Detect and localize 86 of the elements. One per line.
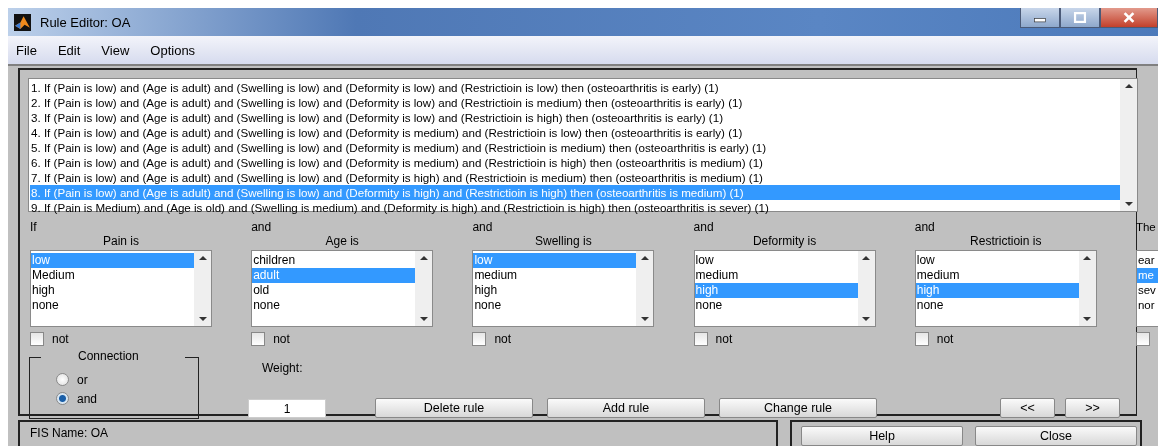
weight-field[interactable]: 1 <box>248 399 326 418</box>
connector-label: and <box>472 220 494 234</box>
listbox[interactable]: low medium high none <box>472 250 655 327</box>
fis-name: FIS Name: OA <box>30 426 109 440</box>
radio-button[interactable] <box>56 392 69 405</box>
list-item[interactable]: medium <box>473 268 637 283</box>
checkbox[interactable] <box>914 332 929 346</box>
scrollbar[interactable] <box>1120 79 1137 211</box>
radio-label: or <box>77 372 88 387</box>
app-icon <box>14 13 31 31</box>
list-item[interactable]: nor <box>1136 298 1158 313</box>
menu-item[interactable]: File <box>16 42 37 58</box>
radio-button[interactable] <box>56 373 69 386</box>
rule-list[interactable] <box>28 78 1138 212</box>
window-title: Rule Editor: OA <box>40 14 132 30</box>
checkbox-label: not <box>52 332 69 346</box>
rule-item[interactable]: 6. If (Pain is low) and (Age is adult) and (Swelling is low) and (Deformity is medium) and (Restrictioin is high) then (osteoarthritis is medium) (1) <box>30 155 1120 170</box>
rule-button[interactable]: Delete rule <box>375 398 533 418</box>
listbox[interactable]: low medium high none <box>914 250 1097 327</box>
connector-label: If <box>30 220 38 234</box>
nav-button[interactable]: >> <box>1065 398 1120 418</box>
scrollbar[interactable] <box>1078 251 1096 326</box>
rule-item[interactable]: 2. If (Pain is low) and (Age is adult) and (Swelling is low) and (Deformity is low) and (Restrictioin is medium) then (osteoarthritis is early) (1) <box>30 95 1120 110</box>
list-item[interactable]: children <box>252 253 416 268</box>
menu-item[interactable]: Options <box>150 42 196 58</box>
list-item[interactable]: none <box>915 298 1079 313</box>
nav-button[interactable]: << <box>1000 398 1055 418</box>
rule-item[interactable]: 9. If (Pain is Medium) and (Age is old) and (Swelling is medium) and (Deformity is high) and (Restrictioin is high) then (osteoarthritis is sever) (1) <box>30 200 1120 215</box>
variable-label: Deformity is <box>751 234 818 248</box>
listbox[interactable]: low medium high none <box>693 250 876 327</box>
scrollbar[interactable] <box>636 251 654 326</box>
rule-item[interactable]: 3. If (Pain is low) and (Age is adult) and (Swelling is low) and (Deformity is low) and (Restrictioin is high) then (osteoarthritis is early) (1) <box>30 110 1120 125</box>
group-title: Connection <box>78 349 139 363</box>
checkbox[interactable] <box>472 332 487 346</box>
scrollbar[interactable] <box>857 251 875 326</box>
minimize-button[interactable] <box>1020 8 1060 28</box>
footer-button[interactable]: Help <box>801 426 963 446</box>
maximize-button[interactable] <box>1060 8 1100 28</box>
list-item[interactable]: ear <box>1136 253 1158 268</box>
rule-item[interactable]: 4. If (Pain is low) and (Age is adult) and (Swelling is low) and (Deformity is medium) and (Restrictioin is low) then (osteoarthritis is early) (1) <box>30 125 1120 140</box>
variable-label: Restrictioin is <box>969 234 1043 248</box>
radio-label: and <box>77 391 98 406</box>
list-item[interactable]: high <box>473 283 637 298</box>
checkbox[interactable] <box>30 332 44 346</box>
checkbox-label: not <box>936 332 954 346</box>
maximize-icon <box>1073 12 1087 23</box>
connector-label: and <box>693 220 715 234</box>
scrollbar[interactable] <box>415 251 433 326</box>
rule-button[interactable]: Change rule <box>719 398 877 418</box>
weight-label: Weight: <box>262 361 304 375</box>
list-item[interactable]: high <box>31 283 194 298</box>
list-item[interactable]: none <box>694 298 858 313</box>
list-item[interactable]: none <box>252 298 416 313</box>
list-item[interactable]: sev <box>1136 283 1158 298</box>
rule-item[interactable]: 1. If (Pain is low) and (Age is adult) and (Swelling is low) and (Deformity is low) and (Restrictioin is low) then (osteoarthritis is early) (1) <box>30 80 1120 95</box>
menu-item[interactable]: Edit <box>57 42 81 58</box>
list-item[interactable]: low <box>915 253 1079 268</box>
checkbox-label: not <box>494 332 512 346</box>
checkbox-label: not <box>715 332 733 346</box>
list-item[interactable]: medium <box>694 268 858 283</box>
listbox[interactable]: low Medium high none <box>30 250 212 327</box>
variable-label: Pain is <box>102 234 140 248</box>
listbox[interactable]: children adult old none <box>251 250 434 327</box>
listbox[interactable]: ear me sev nor <box>1135 250 1158 327</box>
list-item[interactable]: Medium <box>31 268 194 283</box>
variable-label: Age is <box>324 234 360 248</box>
footer-button[interactable]: Close <box>975 426 1137 446</box>
checkbox[interactable] <box>251 332 266 346</box>
list-item[interactable]: none <box>31 298 194 313</box>
connector-label: and <box>251 220 273 234</box>
menu-item[interactable]: View <box>101 42 130 58</box>
rule-item[interactable]: 7. If (Pain is low) and (Age is adult) and (Swelling is low) and (Deformity is high) and (Restrictioin is medium) then (osteoarthritis is medium) (1) <box>30 170 1120 185</box>
scrollbar[interactable] <box>194 251 211 326</box>
list-item[interactable]: none <box>473 298 637 313</box>
checkbox-label: not <box>273 332 290 346</box>
list-item[interactable]: low <box>694 253 858 268</box>
checkbox[interactable] <box>1135 332 1150 346</box>
rule-button[interactable]: Add rule <box>547 398 705 418</box>
checkbox[interactable] <box>693 332 708 346</box>
variable-label: Swelling is <box>534 234 593 248</box>
close-icon <box>1122 12 1136 23</box>
rule-item[interactable]: 5. If (Pain is low) and (Age is adult) and (Swelling is low) and (Deformity is medium) and (Restrictioin is medium) then (osteoarthritis is early) (1) <box>30 140 1120 155</box>
list-item[interactable]: old <box>252 283 416 298</box>
close-button[interactable] <box>1100 8 1158 28</box>
list-item[interactable]: medium <box>915 268 1079 283</box>
connector-label: and <box>914 220 936 234</box>
